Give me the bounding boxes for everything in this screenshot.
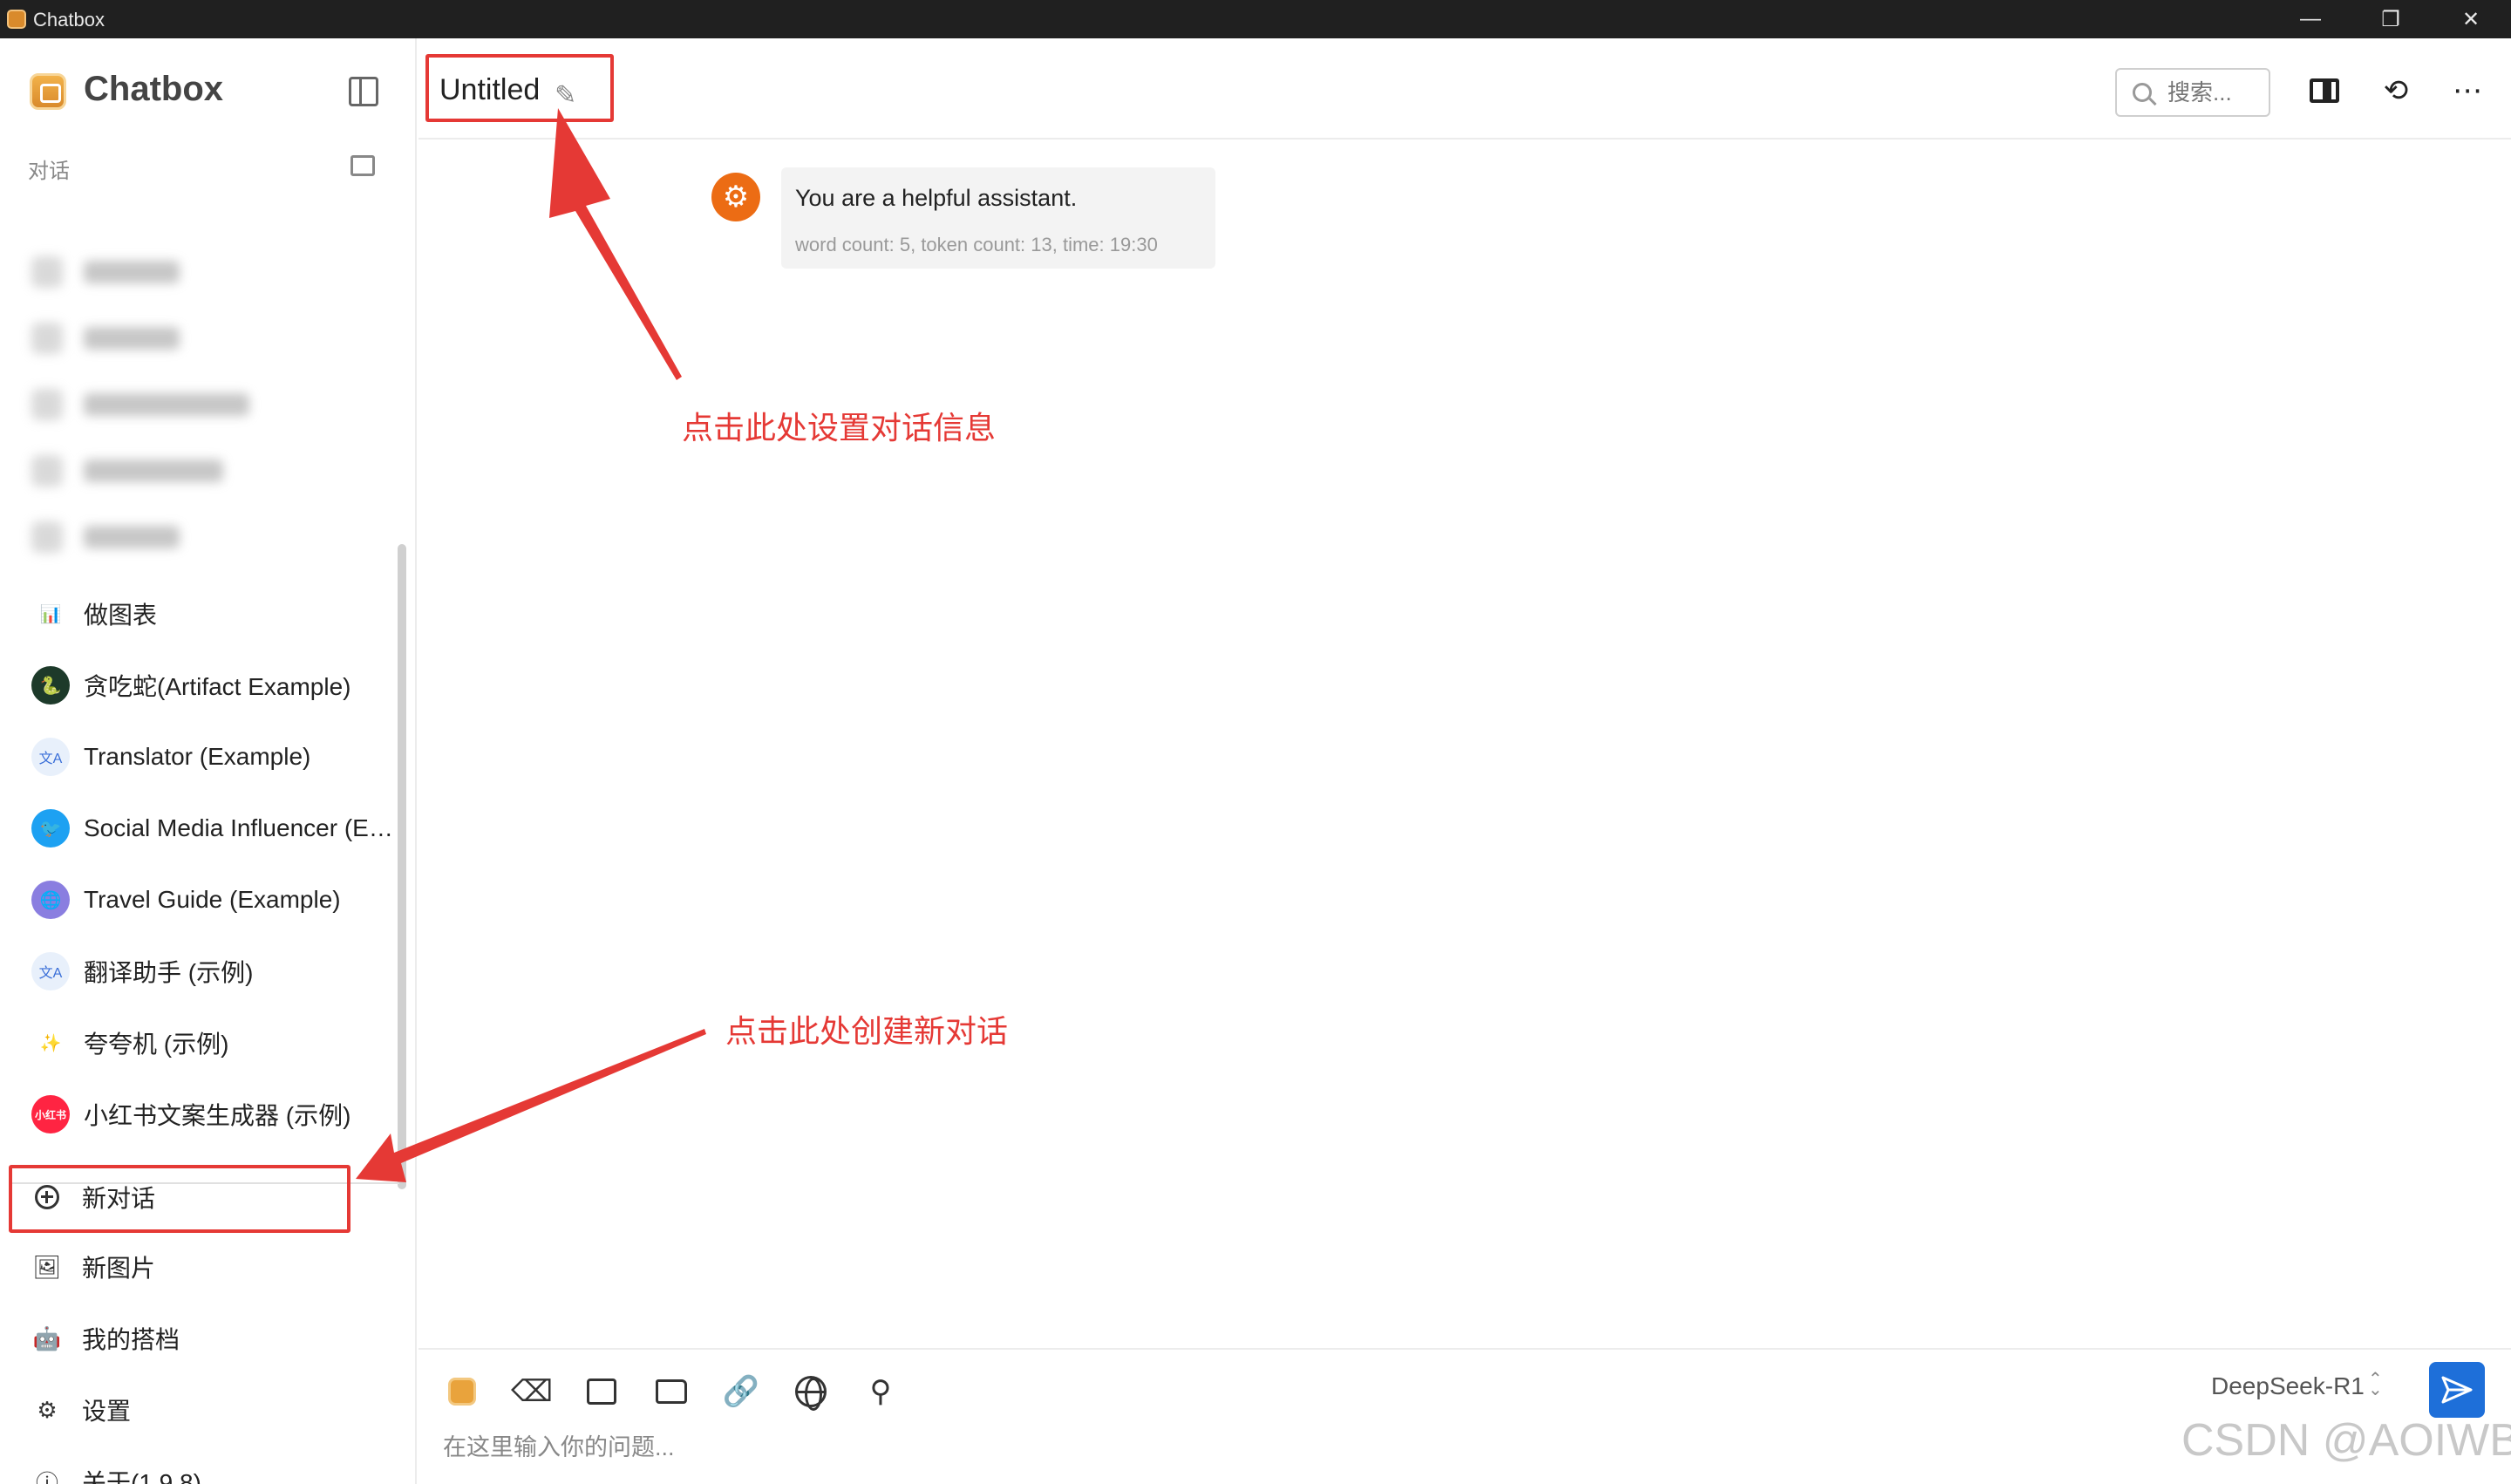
menu-label: 关于(1.9.8) <box>82 1469 201 1484</box>
chatbox-app-icon <box>7 10 26 29</box>
conversation-item[interactable]: 🐦 Social Media Influencer (E… <box>0 802 401 854</box>
window-title: Chatbox <box>33 9 105 31</box>
close-button[interactable]: ✕ <box>2431 0 2511 38</box>
conversation-item[interactable]: 文A Translator (Example) <box>0 731 401 783</box>
menu-label: 我的搭档 <box>82 1326 180 1353</box>
chatbox-tool-icon[interactable] <box>441 1371 483 1413</box>
globe-avatar-icon: 🌐 <box>31 881 70 919</box>
conversation-label: 贪吃蛇(Artifact Example) <box>84 673 351 700</box>
conversation-item[interactable]: ✨ 夸夸机 (示例) <box>0 1017 401 1069</box>
message-meta: word count: 5, token count: 13, time: 19… <box>795 234 1158 255</box>
info-icon: ⓘ <box>35 1469 58 1484</box>
image-icon[interactable] <box>581 1371 623 1413</box>
window-titlebar: Chatbox — ❐ ✕ <box>0 0 2511 38</box>
robot-icon: 🤖 <box>32 1324 62 1351</box>
conversation-label: Social Media Influencer (E… <box>84 814 393 841</box>
conversation-label: 做图表 <box>84 602 158 629</box>
conversation-item[interactable]: 文A 翻译助手 (示例) <box>0 945 401 997</box>
folder-icon[interactable] <box>650 1371 692 1413</box>
blurred-conversation[interactable] <box>31 387 249 422</box>
conversation-item[interactable]: 小红书 小红书文案生成器 (示例) <box>0 1088 401 1140</box>
more-options-icon[interactable]: ⋯ <box>2448 71 2487 110</box>
conversation-label: Travel Guide (Example) <box>84 886 341 913</box>
conversation-label: Translator (Example) <box>84 743 311 770</box>
send-button[interactable] <box>2429 1362 2485 1418</box>
restore-button[interactable]: ❐ <box>2351 0 2431 38</box>
chat-header: Untitled ✎ ⟲ ⋯ <box>418 38 2511 140</box>
settings-button[interactable]: ⚙ 设置 <box>0 1379 401 1440</box>
blurred-conversation[interactable] <box>31 321 180 356</box>
minimize-button[interactable]: — <box>2270 0 2351 38</box>
collapse-sidebar-icon[interactable] <box>349 77 378 106</box>
sidebar-scrollbar[interactable] <box>398 544 406 1189</box>
annotation-box-title <box>425 54 614 122</box>
globe-icon[interactable] <box>790 1371 832 1413</box>
chevron-updown-icon[interactable]: ⌃ ⌄ <box>2368 1371 2383 1399</box>
gear-icon: ⚙ <box>37 1396 58 1423</box>
message-text: You are a helpful assistant. <box>795 185 1078 211</box>
conversation-item[interactable]: 📊 做图表 <box>0 588 401 640</box>
blurred-conversation[interactable] <box>31 520 180 555</box>
blurred-conversation[interactable] <box>31 255 180 289</box>
search-icon <box>2133 83 2152 102</box>
eraser-icon[interactable]: ⌫ <box>511 1371 553 1413</box>
sliders-icon[interactable]: ⚲ <box>860 1371 902 1413</box>
arrow-to-title <box>549 108 682 380</box>
annotation-set-info: 点击此处设置对话信息 <box>682 410 997 446</box>
system-message[interactable]: You are a helpful assistant. word count:… <box>781 167 1215 269</box>
menu-label: 设置 <box>82 1398 132 1425</box>
link-icon[interactable]: 🔗 <box>720 1371 762 1413</box>
search-input[interactable] <box>2167 78 2255 106</box>
split-view-icon[interactable] <box>2305 71 2344 110</box>
search-box[interactable] <box>2115 68 2270 117</box>
brand-name: Chatbox <box>84 70 223 108</box>
conversation-item[interactable]: 🌐 Travel Guide (Example) <box>0 874 401 926</box>
system-gear-icon: ⚙ <box>711 173 760 221</box>
chart-avatar-icon: 📊 <box>31 595 70 633</box>
conversation-label: 翻译助手 (示例) <box>84 959 254 986</box>
model-selector[interactable]: DeepSeek-R1 <box>2211 1372 2365 1400</box>
conversation-item[interactable]: 🐍 贪吃蛇(Artifact Example) <box>0 659 401 711</box>
my-copilots-button[interactable]: 🤖 我的搭档 <box>0 1308 401 1369</box>
menu-label: 新图片 <box>82 1255 156 1282</box>
translate-avatar-icon: 文A <box>31 738 70 776</box>
archive-icon[interactable] <box>350 155 375 176</box>
chatbox-logo-icon <box>30 73 66 110</box>
conversations-section-label: 对话 <box>28 160 70 183</box>
image-plus-icon: 🖼 <box>32 1253 62 1280</box>
sparkle-avatar-icon: ✨ <box>31 1024 70 1062</box>
watermark: CSDN @AOIWB <box>2181 1415 2511 1466</box>
history-icon[interactable]: ⟲ <box>2377 71 2415 110</box>
snake-avatar-icon: 🐍 <box>31 666 70 705</box>
annotation-new-chat: 点击此处创建新对话 <box>725 1013 1009 1049</box>
new-image-button[interactable]: 🖼 新图片 <box>0 1236 401 1297</box>
conversation-label: 夸夸机 (示例) <box>84 1031 229 1058</box>
conversation-label: 小红书文案生成器 (示例) <box>84 1102 351 1129</box>
twitter-avatar-icon: 🐦 <box>31 809 70 848</box>
sidebar: Chatbox 对话 📊 做图表 🐍 贪吃蛇(Artifact Example)… <box>0 38 417 1484</box>
translate-avatar-icon: 文A <box>31 952 70 990</box>
send-icon <box>2441 1376 2473 1404</box>
annotation-box-new-chat <box>9 1165 350 1233</box>
blurred-conversation[interactable] <box>31 453 223 488</box>
xiaohongshu-avatar-icon: 小红书 <box>31 1095 70 1133</box>
message-input[interactable] <box>443 1428 2012 1467</box>
about-button[interactable]: ⓘ 关于(1.9.8) <box>0 1451 401 1484</box>
